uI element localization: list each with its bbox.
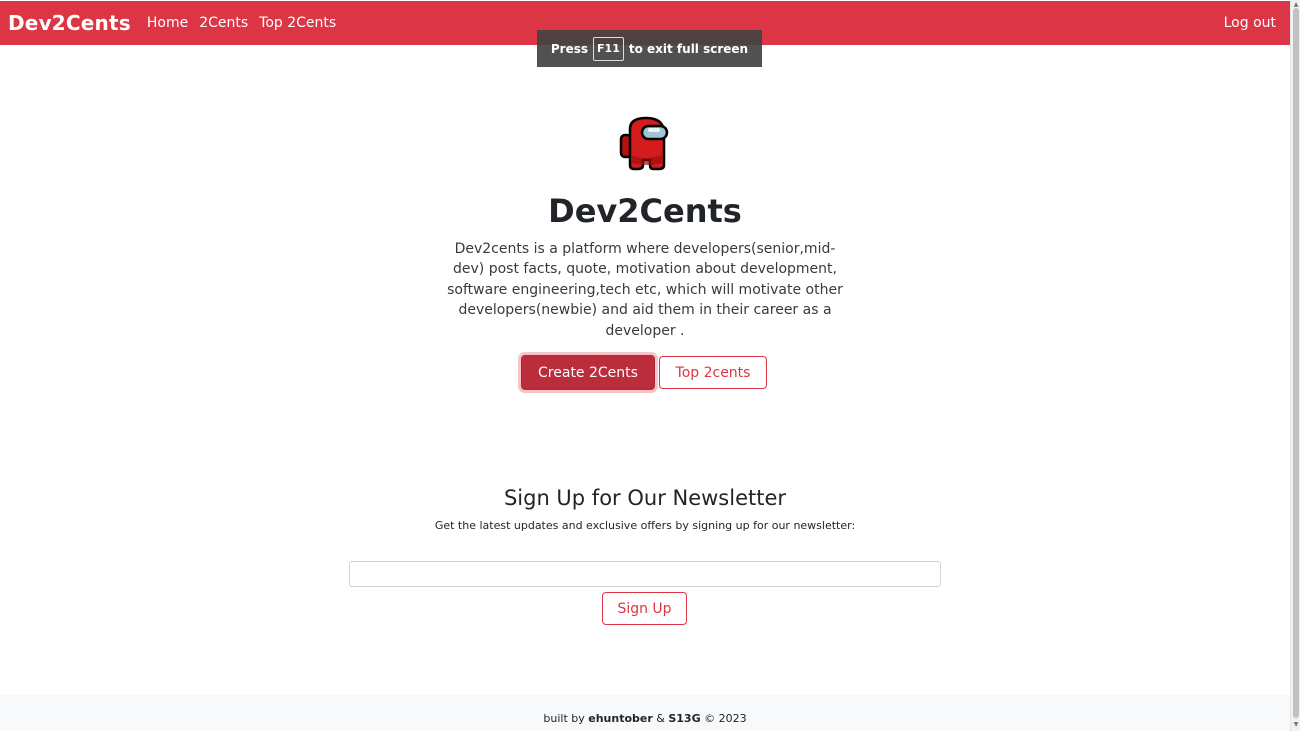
scrollbar-thumb[interactable] bbox=[1293, 8, 1299, 718]
footer: built by ehuntober & S13G © 2023 bbox=[0, 695, 1290, 731]
footer-author-1: ehuntober bbox=[588, 712, 653, 725]
newsletter-title: Sign Up for Our Newsletter bbox=[503, 486, 787, 510]
fullscreen-exit-toast: Press F11 to exit full screen bbox=[537, 30, 762, 67]
toast-key: F11 bbox=[593, 36, 624, 61]
nav-link-top-2cents[interactable]: Top 2Cents bbox=[259, 15, 336, 31]
footer-author-2: S13G bbox=[668, 712, 701, 725]
footer-copyright: © 2023 bbox=[704, 712, 747, 725]
newsletter-subtitle: Get the latest updates and exclusive off… bbox=[434, 519, 856, 532]
nav-link-2cents[interactable]: 2Cents bbox=[199, 15, 248, 31]
create-2cents-button[interactable]: Create 2Cents bbox=[521, 355, 655, 390]
toast-suffix: to exit full screen bbox=[628, 41, 749, 56]
footer-prefix: built by bbox=[543, 712, 585, 725]
toast-prefix: Press bbox=[550, 41, 589, 56]
footer-separator: & bbox=[656, 712, 665, 725]
nav-links: Home 2Cents Top 2Cents bbox=[147, 15, 336, 31]
nav-link-home[interactable]: Home bbox=[147, 15, 188, 31]
page: Dev2Cents Home 2Cents Top 2Cents Log out… bbox=[0, 0, 1290, 731]
hero-description: Dev2cents is a platform where developers… bbox=[447, 241, 843, 339]
page-scrollbar[interactable]: ▲ ▼ bbox=[1290, 0, 1300, 731]
red-crewmate-icon bbox=[619, 116, 669, 171]
newsletter-email-input[interactable] bbox=[349, 561, 941, 587]
logout-link[interactable]: Log out bbox=[1224, 15, 1276, 31]
top-2cents-button[interactable]: Top 2cents bbox=[659, 356, 767, 389]
signup-button[interactable]: Sign Up bbox=[602, 592, 687, 625]
brand-logo-link[interactable]: Dev2Cents bbox=[8, 11, 131, 35]
hero-title: Dev2Cents bbox=[548, 192, 742, 230]
scroll-down-arrow-icon[interactable]: ▼ bbox=[1292, 721, 1300, 729]
